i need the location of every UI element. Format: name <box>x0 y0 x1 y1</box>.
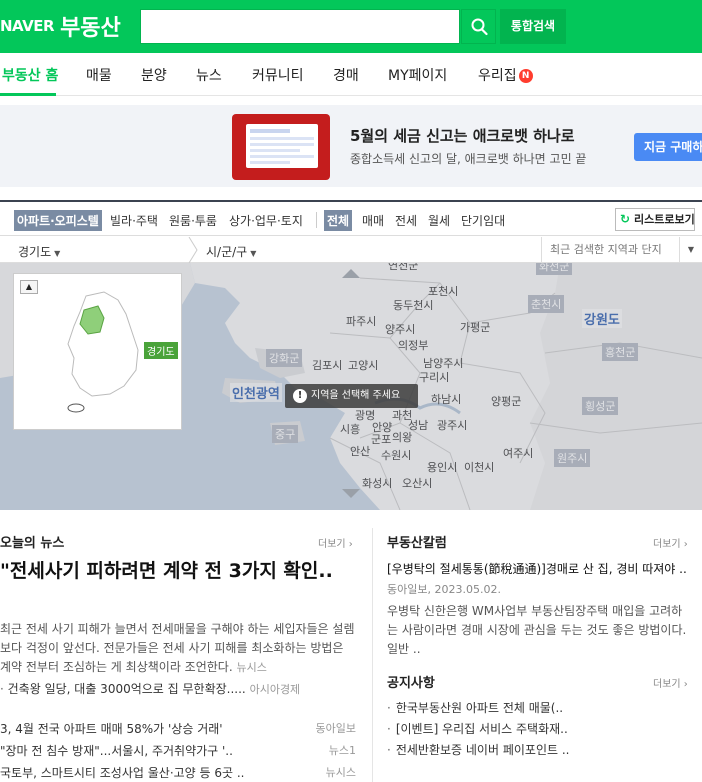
notice-section-title: 공지사항 <box>387 676 435 691</box>
news-list-item[interactable]: "장마 전 침수 방재"...서울시, 주거취약가구 '.. 뉴스1 <box>0 742 356 759</box>
news-item-title: "장마 전 침수 방재"...서울시, 주거취약가구 '.. <box>0 744 233 758</box>
news-section: 오늘의 뉴스 더보기 › "전세사기 피하려면 계약 전 3가지 확인.. 최근… <box>0 528 360 782</box>
minimap-gyeonggi-tag[interactable]: 경기도 <box>144 342 178 359</box>
news-summary[interactable]: 최근 전세 사기 피해가 늘면서 전세매물을 구해야 하는 세입자들은 설렘보다… <box>0 620 356 677</box>
search-input[interactable] <box>141 10 459 43</box>
column-section-title: 부동산칼럼 <box>387 536 447 551</box>
column-article-body[interactable]: 우병탁 신한은행 WM사업부 부동산팀장주택 매입을 고려하는 사람이라면 경매… <box>387 602 687 659</box>
news-summary-text: 최근 전세 사기 피해가 늘면서 전세매물을 구해야 하는 세입자들은 설렘보다… <box>0 622 355 674</box>
province-select[interactable]: 경기도 ▼ <box>18 243 60 260</box>
deal-short-term[interactable]: 단기임대 <box>458 210 508 231</box>
column-article-meta: 동아일보, 2023.05.02. <box>387 583 501 596</box>
news-item-press: 뉴스1 <box>328 744 356 757</box>
filter-apartment-officetel[interactable]: 아파트·오피스텔 <box>14 210 102 231</box>
column-more-link[interactable]: 더보기 › <box>653 535 688 550</box>
search-box[interactable] <box>140 9 460 44</box>
naver-logo[interactable]: NAVER <box>0 17 55 35</box>
nav-auction[interactable]: 경매 <box>333 65 359 85</box>
filter-villa-house[interactable]: 빌라·주택 <box>107 210 161 231</box>
list-view-button[interactable]: ↻ 리스트로보기 <box>615 208 695 231</box>
korea-minimap[interactable]: ▲ 경기도 <box>13 273 182 430</box>
news-list-item[interactable]: 3, 4월 전국 아파트 매매 58%가 '상승 거래' 동아일보 <box>0 720 356 737</box>
news-sub-source: 아시아경제 <box>249 683 301 696</box>
ad-image <box>232 114 330 180</box>
city-select[interactable]: 시/군/구 ▼ <box>206 243 256 260</box>
news-summary-source: 뉴시스 <box>236 661 267 674</box>
province-label: 경기도 <box>18 245 52 259</box>
nav-listings[interactable]: 매물 <box>86 65 112 85</box>
news-item-title: 국토부, 스마트시티 조성사업 울산·고양 등 6곳 .. <box>0 766 245 780</box>
search-button[interactable] <box>461 9 496 44</box>
news-sub-headline-text: 건축왕 일당, 대출 3000억으로 집 무한확장..... <box>7 682 246 696</box>
column-notice-section: 부동산칼럼 더보기 › [우병탁의 절세통통(節稅通通)]경매로 산 집, 경비… <box>372 528 702 782</box>
active-tab-indicator <box>0 93 56 96</box>
notice-item[interactable]: [이벤트] 우리집 서비스 주택화재.. <box>387 720 568 737</box>
ad-buy-button[interactable]: 지금 구매하 <box>634 133 702 161</box>
nav-community[interactable]: 커뮤니티 <box>252 65 304 85</box>
chevron-down-icon[interactable]: ▼ <box>679 237 702 263</box>
logo[interactable]: NAVER 부동산 <box>0 10 121 42</box>
filter-divider <box>316 212 317 228</box>
news-more-link[interactable]: 더보기 › <box>318 535 353 550</box>
recent-search-dropdown[interactable]: 최근 검색한 지역과 단지 <box>541 237 679 263</box>
nav-myhome-label: 우리집 <box>478 68 517 84</box>
integrated-search-button[interactable]: 통합검색 <box>500 9 566 44</box>
map-scroll-down-icon[interactable] <box>342 489 360 498</box>
deal-jeonse[interactable]: 전세 <box>392 210 420 231</box>
notice-item[interactable]: 전세반환보증 네이버 페이포인트 .. <box>387 741 570 758</box>
bullet: · <box>0 682 8 696</box>
ad-banner[interactable]: 5월의 세금 신고는 애크로뱃 하나로 종합소득세 신고의 달, 애크로뱃 하나… <box>0 105 702 187</box>
ad-title[interactable]: 5월의 세금 신고는 애크로뱃 하나로 <box>350 125 575 146</box>
breadcrumb-chevron-icon <box>188 237 198 263</box>
select-region-toast: ! 지역을 선택해 주세요 <box>285 384 418 408</box>
service-logo[interactable]: 부동산 <box>60 10 121 42</box>
notice-item[interactable]: 한국부동산원 아파트 전체 매물(.. <box>387 699 563 716</box>
chevron-down-icon: ▼ <box>54 249 61 258</box>
news-item-title: 3, 4월 전국 아파트 매매 58%가 '상승 거래' <box>0 722 223 736</box>
ad-description: 종합소득세 신고의 달, 애크로뱃 하나면 고민 끝 <box>350 152 587 166</box>
news-headline[interactable]: "전세사기 피하려면 계약 전 3가지 확인.. <box>0 558 360 585</box>
nav-presale[interactable]: 분양 <box>141 65 167 85</box>
nav-mypage[interactable]: MY페이지 <box>388 65 447 85</box>
news-item-press: 뉴시스 <box>325 766 356 779</box>
region-selector: 경기도 ▼ 시/군/구 ▼ 최근 검색한 지역과 단지 ▼ <box>0 237 702 263</box>
main-nav: 부동산 홈 매물 분양 뉴스 커뮤니티 경매 MY페이지 우리집 N <box>0 53 702 96</box>
refresh-icon: ↻ <box>620 212 631 226</box>
deal-all[interactable]: 전체 <box>324 210 353 231</box>
toast-text: 지역을 선택해 주세요 <box>311 390 401 401</box>
news-sub-headline[interactable]: · 건축왕 일당, 대출 3000억으로 집 무한확장..... 아시아경제 <box>0 680 356 697</box>
deal-sale[interactable]: 매매 <box>359 210 387 231</box>
nav-news[interactable]: 뉴스 <box>196 65 222 85</box>
news-list-item[interactable]: 국토부, 스마트시티 조성사업 울산·고양 등 6곳 .. 뉴시스 <box>0 764 356 781</box>
news-section-title: 오늘의 뉴스 <box>0 536 65 551</box>
list-view-label: 리스트로보기 <box>634 213 695 226</box>
new-badge: N <box>518 69 533 83</box>
filter-commercial-land[interactable]: 상가·업무·토지 <box>226 210 306 231</box>
top-bar: NAVER 부동산 통합검색 <box>0 0 702 53</box>
city-label: 시/군/구 <box>206 245 248 259</box>
news-item-press: 동아일보 <box>315 722 356 735</box>
deal-monthly[interactable]: 월세 <box>425 210 453 231</box>
search-icon <box>471 18 488 36</box>
property-filter-bar: 아파트·오피스텔 빌라·주택 원룸·투룸 상가·업무·토지 전체 매매 전세 월… <box>0 200 702 236</box>
chevron-down-icon: ▼ <box>250 249 257 258</box>
filter-oneroom-tworoom[interactable]: 원룸·투룸 <box>166 210 220 231</box>
map-scroll-up-icon[interactable] <box>342 269 360 278</box>
notice-more-link[interactable]: 더보기 › <box>653 675 688 690</box>
column-article-title[interactable]: [우병탁의 절세통통(節稅通通)]경매로 산 집, 경비 따져야 .. <box>387 560 687 577</box>
warning-icon: ! <box>293 389 307 403</box>
nav-home[interactable]: 부동산 홈 <box>2 65 58 85</box>
map[interactable]: 연천군 포천시 동두천시 양주시 파주시 의정부 가평군 춘천시 화천군 강원도… <box>0 263 702 510</box>
nav-myhome[interactable]: 우리집 N <box>478 65 533 85</box>
